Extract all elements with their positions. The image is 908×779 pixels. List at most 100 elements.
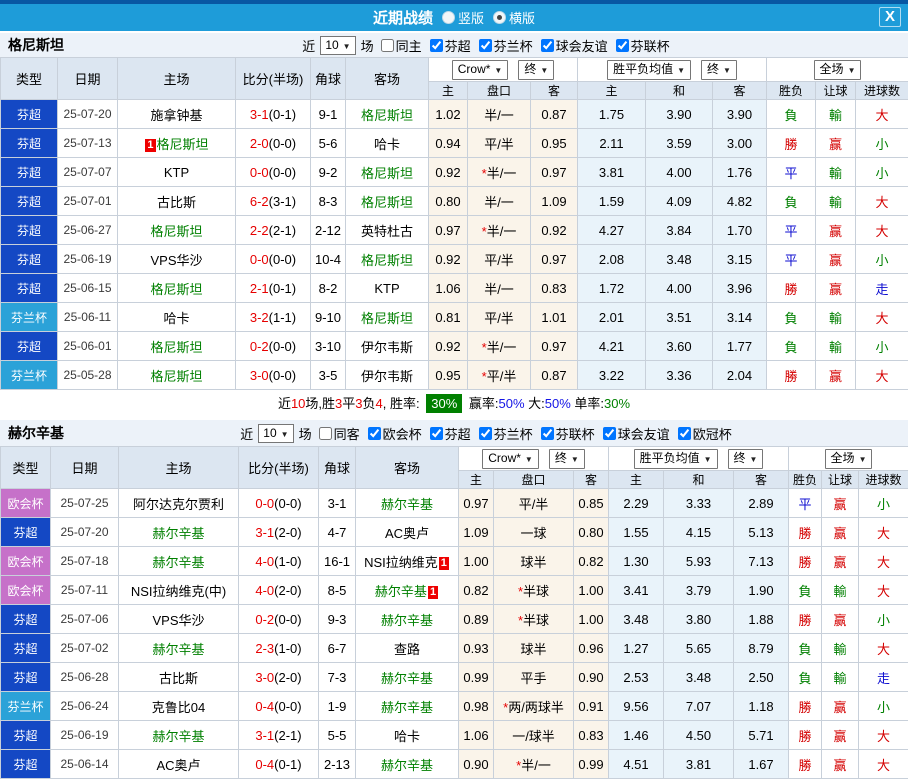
column-header: 角球 (311, 58, 346, 100)
league-filter-3-checkbox[interactable] (616, 39, 629, 52)
odds-away: 1.01 (531, 303, 578, 332)
result-handicap: 輸 (822, 663, 859, 692)
league-filter-2-label: 芬兰杯 (494, 424, 533, 443)
table-row: 芬超25-06-01格尼斯坦0-2(0-0)3-10伊尔韦斯0.92*半/一0.… (1, 332, 908, 361)
league-filter-1-checkbox[interactable] (430, 427, 443, 440)
match-score: 2-0(0-0) (236, 129, 311, 158)
company-select[interactable]: Crow*▼ (482, 449, 539, 469)
handicap-line: *半球 (494, 605, 574, 634)
same-venue-checkbox[interactable] (381, 39, 394, 52)
final-odds-select[interactable]: 终▼ (549, 449, 585, 469)
league-type-badge: 芬超 (1, 100, 58, 129)
odds-away: 0.97 (531, 158, 578, 187)
final-odds-select[interactable]: 终▼ (518, 60, 554, 80)
result-handicap: 赢 (822, 518, 859, 547)
odds-away: 1.00 (574, 576, 609, 605)
odds-home: 0.94 (429, 129, 468, 158)
match-count-select[interactable]: 10▼ (320, 36, 355, 55)
league-filter-2-checkbox[interactable] (479, 427, 492, 440)
euro-draw: 3.80 (664, 605, 734, 634)
euro-home: 2.53 (609, 663, 664, 692)
euro-home: 3.41 (609, 576, 664, 605)
league-filter-4-checkbox[interactable] (603, 427, 616, 440)
match-score: 3-0(0-0) (236, 361, 311, 390)
euro-home: 2.08 (578, 245, 646, 274)
corner-score: 10-4 (311, 245, 346, 274)
match-date: 25-06-27 (58, 216, 118, 245)
odds-home: 0.97 (429, 216, 468, 245)
same-venue-checkbox[interactable] (319, 427, 332, 440)
league-type-badge: 芬超 (1, 245, 58, 274)
dropdown-value: 胜平负均值 (640, 451, 700, 465)
league-type-badge: 芬兰杯 (1, 692, 51, 721)
full-match-select[interactable]: 全场▼ (825, 449, 873, 469)
euro-away: 3.90 (713, 100, 767, 129)
league-filter-0-checkbox[interactable] (430, 39, 443, 52)
dropdown-value: 终 (555, 451, 567, 465)
league-type-badge: 欧会杯 (1, 547, 51, 576)
half-time-score: (0-0) (269, 252, 296, 267)
record-summary: 近10场,胜3平3负4, 胜率: 30% 赢率:50% 大:50% 单率:30% (0, 390, 908, 418)
league-filter-5-checkbox[interactable] (678, 427, 691, 440)
match-count-select[interactable]: 10▼ (258, 424, 293, 443)
league-filter-2-checkbox[interactable] (541, 39, 554, 52)
final-odds-select-2[interactable]: 终▼ (728, 449, 764, 469)
recent-label: 近 (302, 36, 315, 55)
match-date: 25-06-28 (51, 663, 119, 692)
final-odds-select-2[interactable]: 终▼ (701, 60, 737, 80)
handicap-line: 半/一 (468, 274, 531, 303)
home-team-name: 施拿钟基 (150, 108, 202, 123)
close-icon[interactable]: X (879, 7, 901, 27)
vertical-layout-radio[interactable] (442, 11, 455, 24)
europe-avg-select[interactable]: 胜平负均值▼ (634, 449, 718, 469)
section-header: 赫尔辛基近10▼场同客欧会杯芬超芬兰杯芬联杯球会友谊欧冠杯 (0, 418, 908, 446)
league-type-badge: 芬超 (1, 721, 51, 750)
company-select[interactable]: Crow*▼ (452, 60, 509, 80)
euro-away: 2.89 (734, 489, 789, 518)
handicap-text: 半/一 (484, 282, 514, 297)
horizontal-layout-label: 横版 (509, 8, 535, 27)
euro-home: 3.48 (609, 605, 664, 634)
match-score: 4-0(2-0) (239, 576, 319, 605)
league-filter-0-checkbox[interactable] (368, 427, 381, 440)
full-time-score: 3-1 (255, 728, 274, 743)
page-title: 近期战绩 (373, 7, 433, 28)
result-wdl: 平 (767, 216, 816, 245)
match-date: 25-07-18 (51, 547, 119, 576)
match-date: 25-07-20 (58, 100, 118, 129)
summary-part: 负 (363, 396, 376, 411)
euro-away: 8.79 (734, 634, 789, 663)
euro-home: 1.55 (609, 518, 664, 547)
home-team-name: 格尼斯坦 (150, 224, 202, 239)
half-time-score: (0-1) (269, 107, 296, 122)
away-team-name: 赫尔辛基 (381, 758, 433, 773)
half-time-score: (0-0) (269, 339, 296, 354)
horizontal-layout-radio[interactable] (493, 11, 506, 24)
odds-home: 1.02 (429, 100, 468, 129)
sub-column-header: 主 (609, 471, 664, 489)
full-match-select[interactable]: 全场▼ (814, 60, 862, 80)
league-filter-4-option: 球会友谊 (595, 424, 670, 443)
league-filter-0-option: 欧会杯 (360, 424, 422, 443)
home-team-name: VPS华沙 (150, 253, 202, 268)
corner-score: 9-2 (311, 158, 346, 187)
handicap-text: 半/一 (521, 758, 551, 773)
odds-home: 0.93 (459, 634, 494, 663)
europe-avg-select[interactable]: 胜平负均值▼ (607, 60, 691, 80)
table-row: 芬超25-07-20施拿钟基3-1(0-1)9-1格尼斯坦1.02半/一0.87… (1, 100, 908, 129)
games-label: 场 (299, 424, 312, 443)
league-filter-1-checkbox[interactable] (479, 39, 492, 52)
summary-part: 近 (278, 396, 291, 411)
team-name: 赫尔辛基 (0, 423, 64, 443)
same-venue-label: 同主 (396, 36, 422, 55)
table-row: 芬超25-07-07KTP0-0(0-0)9-2格尼斯坦0.92*半/一0.97… (1, 158, 908, 187)
match-score: 0-0(0-0) (236, 245, 311, 274)
handicap-line: *半/一 (468, 216, 531, 245)
home-team-name: KTP (164, 165, 189, 180)
euro-home: 2.29 (609, 489, 664, 518)
half-time-score: (0-0) (274, 699, 301, 714)
league-filter-3-checkbox[interactable] (541, 427, 554, 440)
handicap-line: 平/半 (468, 129, 531, 158)
away-team-name: 赫尔辛基 (381, 700, 433, 715)
result-goals: 大 (859, 518, 908, 547)
